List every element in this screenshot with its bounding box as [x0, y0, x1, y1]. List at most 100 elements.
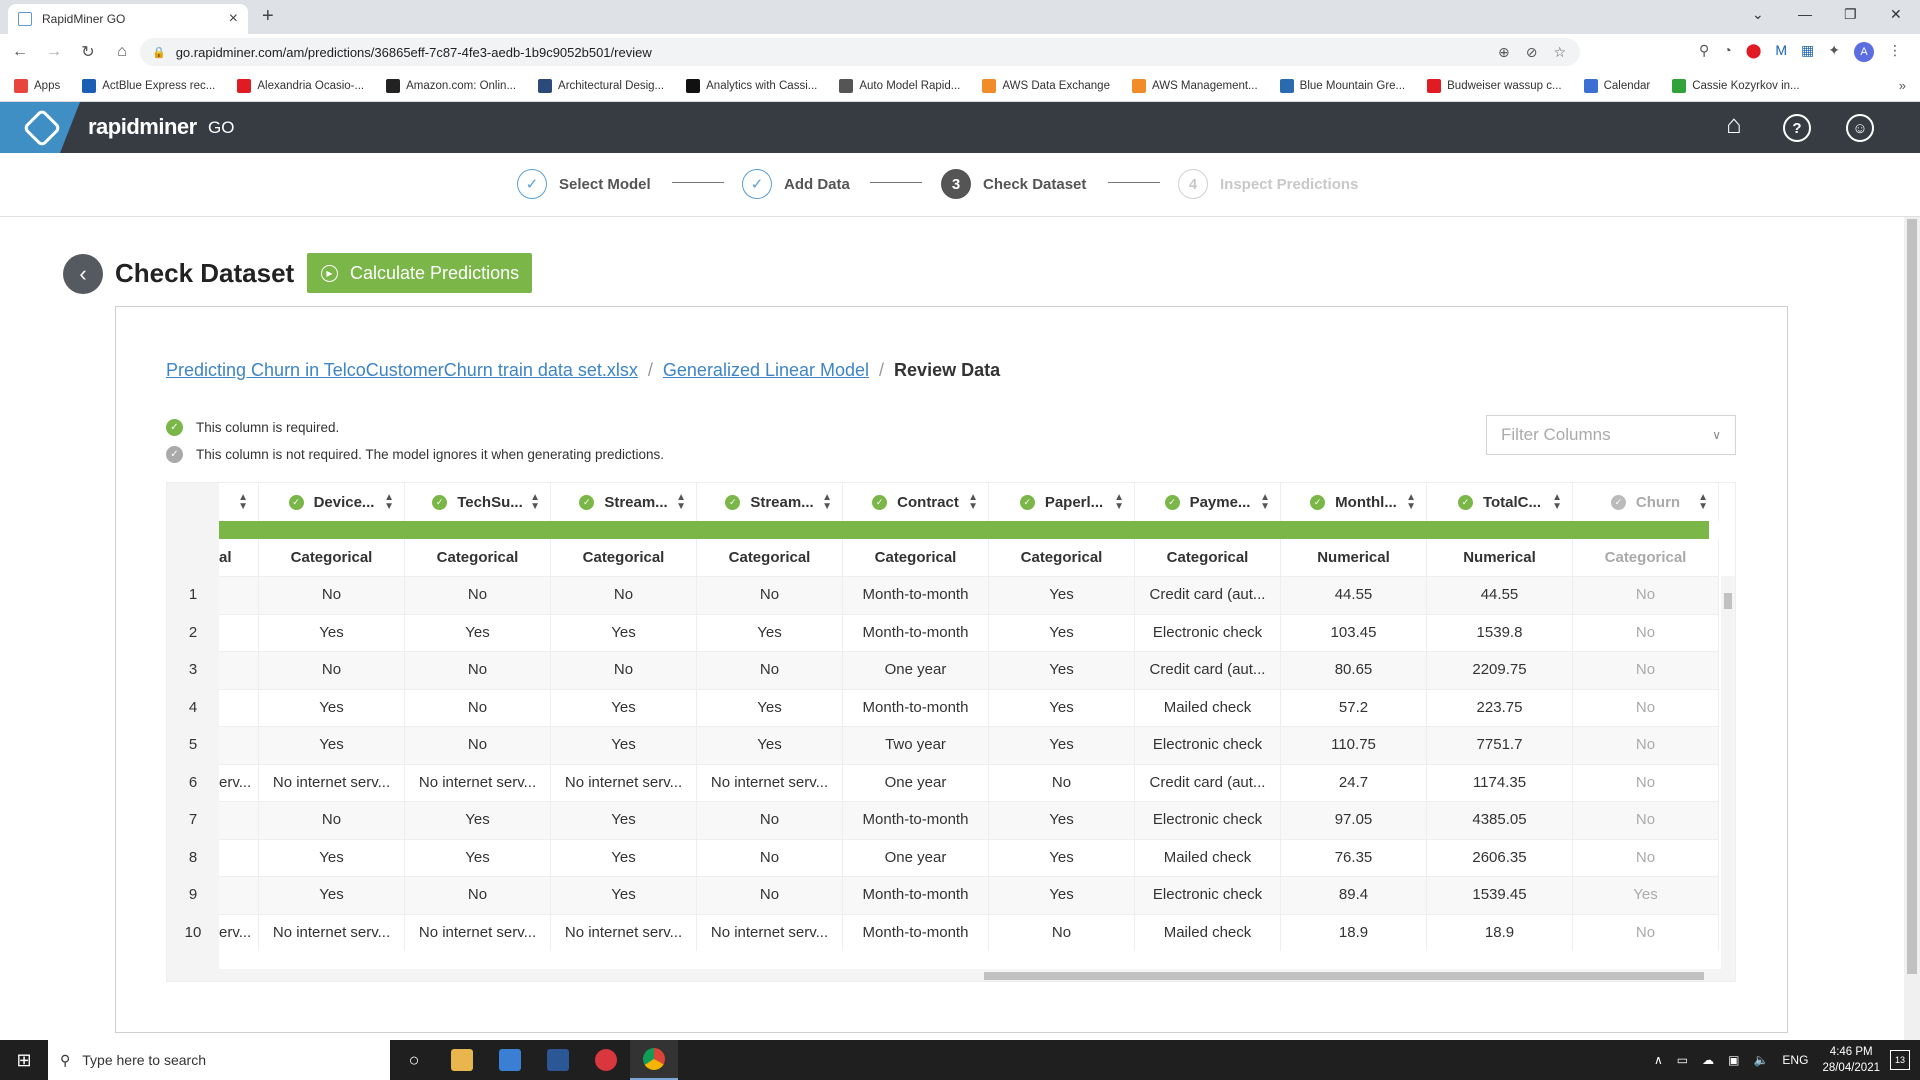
- bookmark-star-icon[interactable]: ☆: [1553, 44, 1566, 61]
- sort-icon[interactable]: ▲ ▼: [1114, 493, 1124, 512]
- column-header[interactable]: ✓ TechSu... ▲ ▼: [405, 483, 551, 521]
- word-icon[interactable]: [534, 1040, 582, 1080]
- url-field[interactable]: 🔒 go.rapidminer.com/am/predictions/36865…: [140, 38, 1580, 66]
- reload-icon[interactable]: ↻: [74, 42, 102, 62]
- menu-icon[interactable]: ⋮: [1888, 42, 1902, 62]
- windows-start-icon[interactable]: ⊞: [0, 1040, 48, 1080]
- breadcrumb-model-link[interactable]: Generalized Linear Model: [663, 360, 869, 381]
- browser-tab[interactable]: RapidMiner GO ×: [8, 4, 248, 34]
- column-header[interactable]: ✓ Churn ▲ ▼: [1573, 483, 1719, 521]
- sort-icon[interactable]: ▲ ▼: [384, 493, 394, 512]
- extension-icon[interactable]: M: [1775, 42, 1787, 62]
- lock-icon: 🔒: [152, 46, 166, 59]
- page-scrollbar[interactable]: [1904, 217, 1920, 1040]
- bookmark-item[interactable]: Blue Mountain Gre...: [1279, 78, 1405, 93]
- clock[interactable]: 4:46 PM 28/04/2021: [1822, 1044, 1880, 1076]
- tracking-icon[interactable]: ⊘: [1526, 44, 1538, 61]
- breadcrumb-dataset-link[interactable]: Predicting Churn in TelcoCustomerChurn t…: [166, 360, 638, 381]
- column-header[interactable]: ✓ TotalC... ▲ ▼: [1427, 483, 1573, 521]
- horizontal-scrollbar[interactable]: [219, 969, 1735, 981]
- table-cell: One year: [843, 763, 989, 801]
- extension-icon[interactable]: ⚲: [1699, 42, 1709, 62]
- forward-arrow-icon[interactable]: →: [40, 43, 68, 61]
- table-cell: Month-to-month: [843, 913, 989, 951]
- bookmark-item[interactable]: Calendar: [1583, 78, 1650, 93]
- sort-icon[interactable]: ▲ ▼: [968, 493, 978, 512]
- task-view-icon[interactable]: ○: [390, 1040, 438, 1080]
- bookmark-item[interactable]: Alexandria Ocasio-...: [237, 78, 364, 93]
- bookmark-item[interactable]: AWS Management...: [1131, 78, 1258, 93]
- bookmark-item[interactable]: Amazon.com: Onlin...: [386, 78, 516, 93]
- calculate-predictions-label: Calculate Predictions: [350, 262, 520, 283]
- new-tab-icon[interactable]: +: [262, 5, 274, 28]
- chrome-icon[interactable]: [630, 1040, 678, 1080]
- sort-icon[interactable]: ▲ ▼: [1552, 493, 1562, 512]
- puzzle-icon[interactable]: ✦: [1828, 42, 1840, 62]
- bookmark-item[interactable]: AWS Data Exchange: [982, 78, 1110, 93]
- bookmark-item[interactable]: ActBlue Express rec...: [82, 78, 215, 93]
- filter-columns-dropdown[interactable]: Filter Columns ∨: [1486, 415, 1736, 455]
- network-icon[interactable]: ▣: [1728, 1053, 1739, 1067]
- tab-search-icon[interactable]: ⌄: [1752, 6, 1764, 23]
- onedrive-icon[interactable]: ☁: [1702, 1053, 1714, 1067]
- user-account-icon[interactable]: ☺: [1846, 114, 1874, 142]
- sort-icon[interactable]: ▲ ▼: [1406, 493, 1416, 512]
- bookmark-item[interactable]: Apps: [14, 78, 60, 93]
- volume-icon[interactable]: 🔈: [1753, 1053, 1768, 1067]
- store-icon[interactable]: [486, 1040, 534, 1080]
- column-header[interactable]: ✓ Paperl... ▲ ▼: [989, 483, 1135, 521]
- step-add-data[interactable]: ✓ Add Data: [742, 169, 850, 199]
- minimize-icon[interactable]: —: [1798, 6, 1812, 22]
- column-header[interactable]: ▲ ▼: [219, 483, 259, 521]
- bookmark-item[interactable]: Analytics with Cassi...: [686, 78, 817, 93]
- column-header[interactable]: ✓ Stream... ▲ ▼: [551, 483, 697, 521]
- taskbar-search-field[interactable]: ⚲ Type here to search: [48, 1040, 390, 1080]
- file-explorer-icon[interactable]: [438, 1040, 486, 1080]
- extension-icon[interactable]: ▦: [1801, 42, 1814, 62]
- cloud-app-icon[interactable]: [582, 1040, 630, 1080]
- table-cell: No: [1573, 651, 1719, 689]
- scroll-thumb[interactable]: [1724, 593, 1732, 609]
- column-header[interactable]: ✓ Stream... ▲ ▼: [697, 483, 843, 521]
- tab-close-icon[interactable]: ×: [229, 10, 238, 28]
- column-header[interactable]: ✓ Payme... ▲ ▼: [1135, 483, 1281, 521]
- column-header[interactable]: ✓ Device... ▲ ▼: [259, 483, 405, 521]
- bookmark-item[interactable]: Auto Model Rapid...: [839, 78, 960, 93]
- bookmark-item[interactable]: Cassie Kozyrkov in...: [1672, 78, 1800, 93]
- scroll-thumb[interactable]: [984, 972, 1704, 980]
- sort-icon[interactable]: ▲ ▼: [530, 493, 540, 512]
- column-header[interactable]: ✓ Contract ▲ ▼: [843, 483, 989, 521]
- table-cell: Yes: [989, 801, 1135, 839]
- tray-chevron-icon[interactable]: ∧: [1654, 1053, 1663, 1067]
- extension-icon[interactable]: ⬤: [1746, 42, 1762, 62]
- tray-device-icon[interactable]: ▭: [1677, 1053, 1688, 1067]
- more-bookmarks-icon[interactable]: »: [1899, 78, 1906, 93]
- table-cell: [219, 801, 259, 839]
- restore-icon[interactable]: ❐: [1844, 6, 1857, 23]
- scroll-thumb[interactable]: [1907, 219, 1917, 974]
- column-header[interactable]: ✓ Monthl... ▲ ▼: [1281, 483, 1427, 521]
- close-window-icon[interactable]: ✕: [1890, 6, 1902, 23]
- bookmark-item[interactable]: Architectural Desig...: [538, 78, 664, 93]
- zoom-icon[interactable]: ⊕: [1498, 44, 1510, 61]
- sort-icon[interactable]: ▲ ▼: [822, 493, 832, 512]
- step-select-model[interactable]: ✓ Select Model: [517, 169, 651, 199]
- table-cell: No: [697, 651, 843, 689]
- home-page-icon[interactable]: ⌂: [108, 43, 136, 61]
- table-cell: Yes: [259, 688, 405, 726]
- vertical-scrollbar[interactable]: [1721, 576, 1735, 969]
- sort-icon[interactable]: ▲ ▼: [238, 493, 248, 512]
- calculate-predictions-button[interactable]: ▶ Calculate Predictions: [307, 253, 532, 293]
- bookmark-item[interactable]: Budweiser wassup c...: [1427, 78, 1562, 93]
- notifications-icon[interactable]: 13: [1890, 1050, 1910, 1070]
- extension-icon[interactable]: ◔: [1723, 42, 1731, 62]
- sort-icon[interactable]: ▲ ▼: [1698, 493, 1708, 512]
- language-indicator[interactable]: ENG: [1782, 1053, 1808, 1067]
- sort-icon[interactable]: ▲ ▼: [1260, 493, 1270, 512]
- back-button[interactable]: ‹: [63, 254, 103, 294]
- home-icon[interactable]: ⌂: [1720, 109, 1748, 139]
- back-arrow-icon[interactable]: ←: [6, 43, 34, 61]
- profile-avatar[interactable]: A: [1854, 42, 1874, 62]
- sort-icon[interactable]: ▲ ▼: [676, 493, 686, 512]
- help-icon[interactable]: ?: [1783, 114, 1811, 142]
